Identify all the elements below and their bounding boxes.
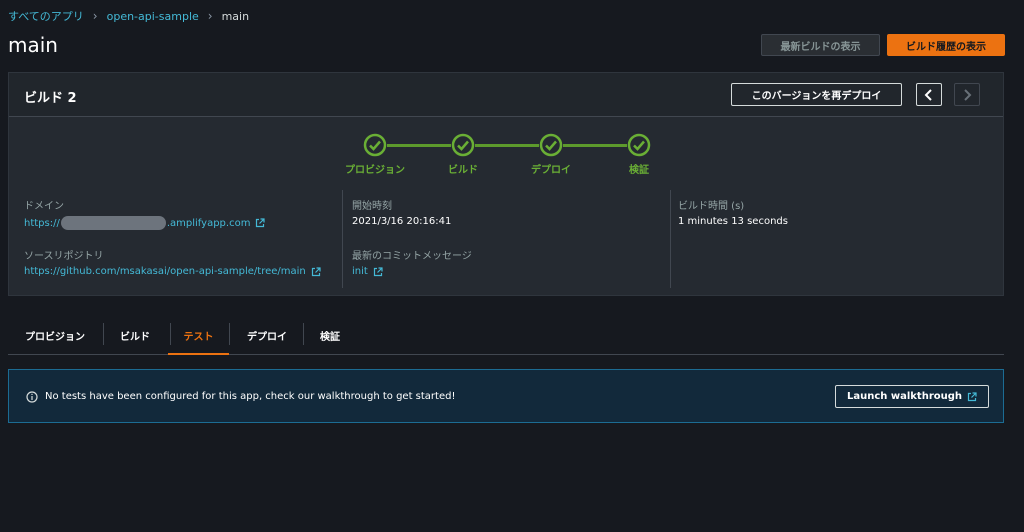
next-build-button[interactable] bbox=[954, 83, 980, 106]
domain-suffix: .amplifyapp.com bbox=[166, 217, 251, 229]
page-title: main bbox=[8, 33, 58, 57]
launch-walkthrough-label: Launch walkthrough bbox=[846, 391, 963, 402]
step-label-verify: 検証 bbox=[629, 165, 649, 176]
column-divider bbox=[670, 190, 671, 288]
domain-link[interactable]: https:// .amplifyapp.com bbox=[24, 216, 266, 230]
start-time-label: 開始時刻 bbox=[352, 201, 392, 212]
check-circle-icon bbox=[539, 133, 563, 157]
tab-verify[interactable]: 検証 bbox=[307, 316, 353, 354]
tab-provision[interactable]: プロビジョン bbox=[14, 316, 96, 354]
build-panel-header: ビルド 2 このバージョンを再デプロイ bbox=[9, 73, 1003, 117]
breadcrumb-current: main bbox=[221, 9, 250, 23]
build-title: ビルド 2 bbox=[24, 91, 77, 106]
breadcrumb: すべてのアプリ › open-api-sample › main bbox=[8, 8, 249, 24]
tab-deploy[interactable]: デプロイ bbox=[234, 316, 300, 354]
external-link-icon bbox=[311, 266, 321, 276]
domain-label: ドメイン bbox=[24, 201, 64, 212]
commit-message-label: 最新のコミットメッセージ bbox=[352, 251, 472, 262]
tab-bar: プロビジョン ビルド テスト デプロイ 検証 bbox=[8, 316, 1004, 355]
build-history-button[interactable]: ビルド履歴の表示 bbox=[887, 34, 1005, 56]
check-circle-icon bbox=[363, 133, 387, 157]
tab-divider bbox=[229, 323, 230, 345]
start-time-value: 2021/3/16 20:16:41 bbox=[352, 216, 452, 227]
latest-build-button[interactable]: 最新ビルドの表示 bbox=[761, 34, 880, 56]
check-circle-icon bbox=[451, 133, 475, 157]
step-label-build: ビルド bbox=[448, 165, 478, 176]
build-panel: ビルド 2 このバージョンを再デプロイ プロビジョン ビルド デプロイ 検証 ド… bbox=[8, 72, 1004, 296]
step-connector bbox=[475, 144, 539, 147]
commit-message-value: init bbox=[352, 266, 368, 277]
check-circle-icon bbox=[627, 133, 651, 157]
chevron-right-icon bbox=[964, 88, 972, 101]
repo-link[interactable]: https://github.com/msakasai/open-api-sam… bbox=[24, 266, 321, 277]
external-link-icon bbox=[256, 218, 266, 228]
build-duration-value: 1 minutes 13 seconds bbox=[678, 216, 788, 227]
step-connector bbox=[387, 144, 451, 147]
external-link-icon bbox=[373, 266, 383, 276]
domain-prefix: https:// bbox=[24, 217, 60, 229]
breadcrumb-app[interactable]: open-api-sample bbox=[107, 10, 199, 23]
repo-label: ソースリポジトリ bbox=[24, 251, 104, 262]
alert-message: No tests have been configured for this a… bbox=[45, 391, 456, 402]
info-alert: No tests have been configured for this a… bbox=[8, 369, 1004, 423]
tab-build[interactable]: ビルド bbox=[106, 316, 164, 354]
info-icon bbox=[26, 391, 38, 403]
chevron-right-icon: › bbox=[207, 9, 213, 23]
redeploy-button[interactable]: このバージョンを再デプロイ bbox=[731, 83, 902, 106]
tab-divider bbox=[103, 323, 104, 345]
build-duration-label: ビルド時間 (s) bbox=[678, 201, 745, 212]
repo-url: https://github.com/msakasai/open-api-sam… bbox=[24, 266, 306, 277]
launch-walkthrough-button[interactable]: Launch walkthrough bbox=[835, 385, 989, 408]
build-steps: プロビジョン ビルド デプロイ 検証 bbox=[9, 131, 1003, 176]
breadcrumb-all-apps[interactable]: すべてのアプリ bbox=[8, 8, 84, 24]
chevron-right-icon: › bbox=[92, 9, 98, 23]
external-link-icon bbox=[967, 391, 977, 401]
tab-test[interactable]: テスト bbox=[168, 316, 229, 355]
step-label-provision: プロビジョン bbox=[345, 165, 405, 176]
commit-message-link[interactable]: init bbox=[352, 266, 383, 277]
active-tab-indicator bbox=[168, 353, 229, 355]
tab-divider bbox=[303, 323, 304, 345]
tab-test-label: テスト bbox=[183, 331, 214, 343]
redacted-text bbox=[60, 216, 166, 230]
step-label-deploy: デプロイ bbox=[531, 165, 571, 176]
previous-build-button[interactable] bbox=[916, 83, 942, 106]
chevron-left-icon bbox=[924, 88, 932, 101]
column-divider bbox=[342, 190, 343, 288]
step-connector bbox=[563, 144, 627, 147]
